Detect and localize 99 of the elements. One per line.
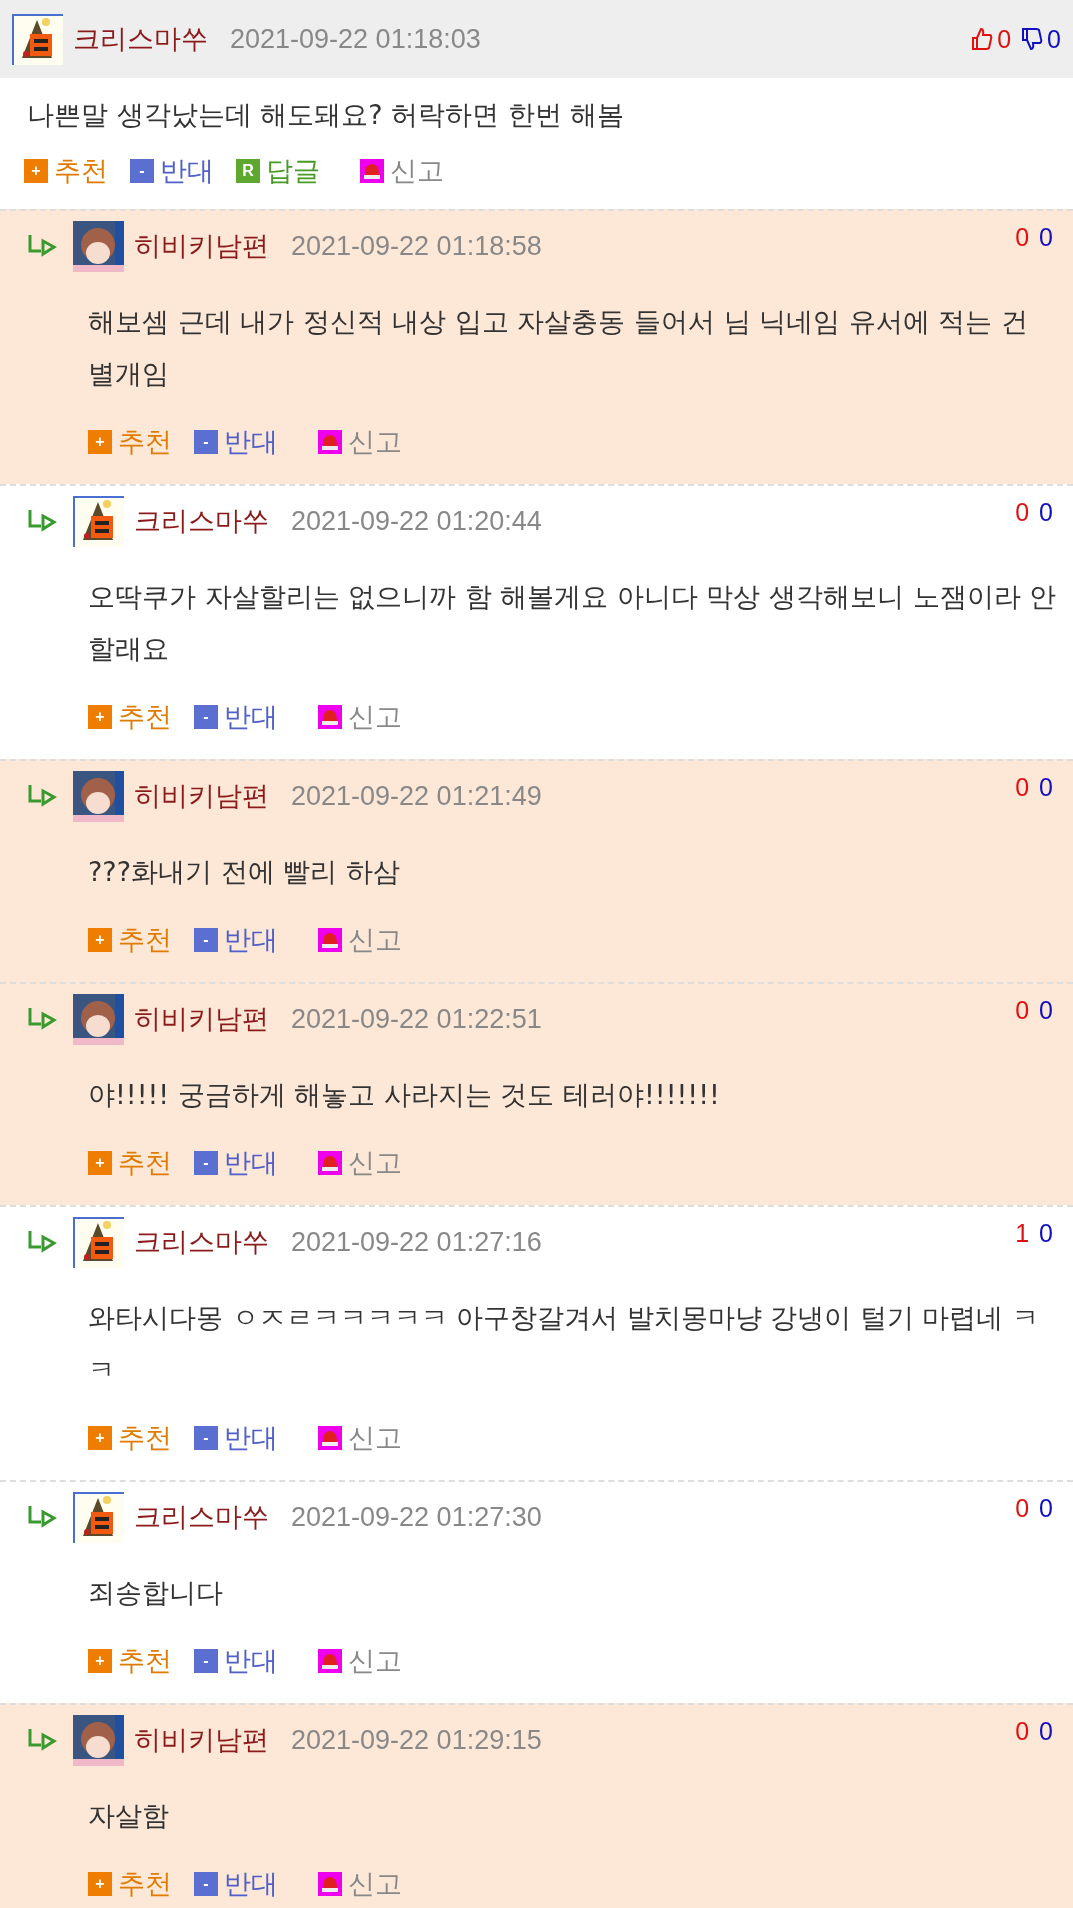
siren-icon bbox=[318, 705, 342, 729]
comment-date: 2021-09-22 01:21:49 bbox=[291, 780, 542, 812]
minus-icon: - bbox=[194, 1872, 218, 1896]
up-button[interactable]: + 추천 bbox=[88, 1643, 172, 1679]
down-button[interactable]: - 반대 bbox=[130, 153, 214, 189]
up-count: 0 bbox=[1015, 498, 1030, 527]
comment-date: 2021-09-22 01:18:58 bbox=[291, 230, 542, 262]
comment-text: 와타시다몽 ㅇㅈㄹㅋㅋㅋㅋㅋ 아구창갈겨서 발치몽마냥 강냉이 털기 마렵네 ㅋㅋ bbox=[87, 1301, 1041, 1387]
report-button[interactable]: 신고 bbox=[318, 1145, 402, 1181]
report-button[interactable]: 신고 bbox=[318, 699, 402, 735]
comment-date: 2021-09-22 01:29:15 bbox=[291, 1724, 542, 1756]
up-button[interactable]: + 추천 bbox=[24, 153, 108, 189]
reply-arrow-icon bbox=[27, 1727, 57, 1753]
up-count: 0 bbox=[1015, 996, 1030, 1025]
reply-button[interactable]: R 답글 bbox=[236, 153, 320, 189]
siren-icon bbox=[318, 1872, 342, 1896]
down-count: 0 bbox=[1039, 498, 1053, 527]
reply-arrow-icon bbox=[27, 233, 57, 259]
plus-icon: + bbox=[88, 1872, 112, 1896]
siren-icon bbox=[360, 159, 384, 183]
plus-icon: + bbox=[88, 1649, 112, 1673]
up-button[interactable]: + 추천 bbox=[88, 922, 172, 958]
report-button[interactable]: 신고 bbox=[318, 1420, 402, 1456]
minus-icon: - bbox=[130, 159, 154, 183]
down-button[interactable]: - 반대 bbox=[194, 424, 278, 460]
up-button[interactable]: + 추천 bbox=[88, 1145, 172, 1181]
down-count: 0 bbox=[1039, 223, 1053, 252]
comment-text: 자살함 bbox=[87, 1799, 170, 1833]
reply-icon: R bbox=[236, 159, 260, 183]
author-name[interactable]: 히비키남편 bbox=[134, 228, 269, 264]
up-count: 0 bbox=[1015, 1494, 1030, 1523]
siren-icon bbox=[318, 1426, 342, 1450]
comment-date: 2021-09-22 01:27:30 bbox=[291, 1501, 542, 1533]
plus-icon: + bbox=[88, 928, 112, 952]
down-button[interactable]: - 반대 bbox=[194, 699, 278, 735]
author-name[interactable]: 크리스마쑤 bbox=[73, 21, 208, 57]
comment-date: 2021-09-22 01:18:03 bbox=[230, 23, 481, 55]
reply-arrow-icon bbox=[27, 508, 57, 534]
down-button[interactable]: - 반대 bbox=[194, 1643, 278, 1679]
author-name[interactable]: 히비키남편 bbox=[134, 778, 269, 814]
minus-icon: - bbox=[194, 1426, 218, 1450]
minus-icon: - bbox=[194, 1649, 218, 1673]
comment-text: 해보셈 근데 내가 정신적 내상 입고 자살충동 들어서 님 닉네임 유서에 적는 건 별개임 bbox=[87, 305, 1029, 391]
author-name[interactable]: 히비키남편 bbox=[134, 1001, 269, 1037]
comment-text: 오딱쿠가 자살할리는 없으니까 함 해볼게요 아니다 막상 생각해보니 노잼이라 안할래요 bbox=[87, 580, 1058, 666]
report-button[interactable]: 신고 bbox=[318, 1866, 402, 1902]
up-count: 0 bbox=[997, 24, 1012, 54]
comment-text: ???화내기 전에 빨리 하삼 bbox=[87, 855, 401, 889]
siren-icon bbox=[318, 430, 342, 454]
up-button[interactable]: + 추천 bbox=[88, 699, 172, 735]
report-button[interactable]: 신고 bbox=[360, 153, 444, 189]
author-name[interactable]: 크리스마쑤 bbox=[134, 503, 269, 539]
minus-icon: - bbox=[194, 705, 218, 729]
down-button[interactable]: - 반대 bbox=[194, 1420, 278, 1456]
comment-text: 죄송합니다 bbox=[87, 1576, 224, 1610]
siren-icon bbox=[318, 928, 342, 952]
reply-arrow-icon bbox=[27, 783, 57, 809]
thumbs-down-icon[interactable] bbox=[1021, 27, 1044, 51]
down-button[interactable]: - 반대 bbox=[194, 922, 278, 958]
siren-icon bbox=[318, 1649, 342, 1673]
report-button[interactable]: 신고 bbox=[318, 1643, 402, 1679]
minus-icon: - bbox=[194, 928, 218, 952]
up-button[interactable]: + 추천 bbox=[88, 1420, 172, 1456]
plus-icon: + bbox=[24, 159, 48, 183]
comment-text: 나쁜말 생각났는데 해도돼요? 허락하면 한번 해봄 bbox=[26, 98, 626, 132]
siren-icon bbox=[318, 1151, 342, 1175]
down-count: 0 bbox=[1039, 1219, 1053, 1248]
author-name[interactable]: 크리스마쑤 bbox=[134, 1499, 269, 1535]
reply-arrow-icon bbox=[27, 1504, 57, 1530]
down-count: 0 bbox=[1039, 1717, 1053, 1746]
up-count: 1 bbox=[1015, 1219, 1030, 1248]
up-count: 0 bbox=[1015, 223, 1030, 252]
author-name[interactable]: 크리스마쑤 bbox=[134, 1224, 269, 1260]
down-count: 0 bbox=[1047, 24, 1061, 54]
up-button[interactable]: + 추천 bbox=[88, 1866, 172, 1902]
down-count: 0 bbox=[1039, 773, 1053, 802]
down-button[interactable]: - 반대 bbox=[194, 1145, 278, 1181]
minus-icon: - bbox=[194, 1151, 218, 1175]
comment-text: 야!!!!! 궁금하게 해놓고 사라지는 것도 테러야!!!!!!! bbox=[87, 1078, 721, 1112]
up-count: 0 bbox=[1015, 773, 1030, 802]
comment-date: 2021-09-22 01:27:16 bbox=[291, 1226, 542, 1258]
up-count: 0 bbox=[1015, 1717, 1030, 1746]
comment-date: 2021-09-22 01:22:51 bbox=[291, 1003, 542, 1035]
report-button[interactable]: 신고 bbox=[318, 424, 402, 460]
report-button[interactable]: 신고 bbox=[318, 922, 402, 958]
plus-icon: + bbox=[88, 1151, 112, 1175]
thumbs-up-icon[interactable] bbox=[971, 27, 994, 51]
reply-arrow-icon bbox=[27, 1229, 57, 1255]
down-button[interactable]: - 반대 bbox=[194, 1866, 278, 1902]
author-name[interactable]: 히비키남편 bbox=[134, 1722, 269, 1758]
reply-arrow-icon bbox=[27, 1006, 57, 1032]
down-count: 0 bbox=[1039, 996, 1053, 1025]
plus-icon: + bbox=[88, 430, 112, 454]
down-count: 0 bbox=[1039, 1494, 1053, 1523]
plus-icon: + bbox=[88, 1426, 112, 1450]
plus-icon: + bbox=[88, 705, 112, 729]
minus-icon: - bbox=[194, 430, 218, 454]
up-button[interactable]: + 추천 bbox=[88, 424, 172, 460]
comment-date: 2021-09-22 01:20:44 bbox=[291, 505, 542, 537]
